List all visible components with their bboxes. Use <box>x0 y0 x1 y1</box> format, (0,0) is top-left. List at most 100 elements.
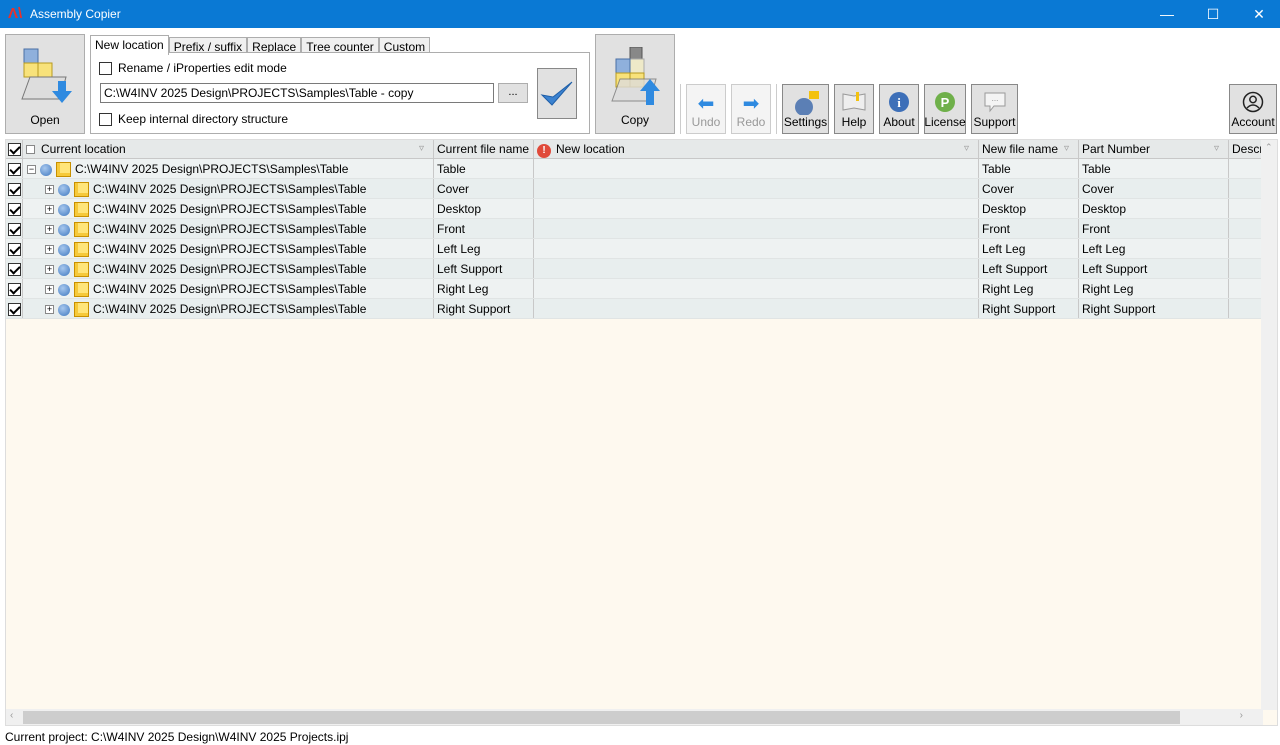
cell-part-number[interactable]: Front <box>1079 219 1229 238</box>
cell-part-number[interactable]: Right Leg <box>1079 279 1229 298</box>
browse-button[interactable]: ... <box>498 83 528 103</box>
cell-current-file-name[interactable]: Front <box>434 219 534 238</box>
table-row[interactable]: + C:\W4INV 2025 Design\PROJECTS\Samples\T… <box>6 199 1269 219</box>
support-button[interactable]: ... Support <box>971 84 1018 134</box>
cell-current-location[interactable]: + C:\W4INV 2025 Design\PROJECTS\Samples\T… <box>23 179 434 198</box>
tab-new-location[interactable]: New location <box>90 35 169 55</box>
cell-new-file-name[interactable]: Cover <box>979 179 1079 198</box>
cell-new-location[interactable] <box>534 179 979 198</box>
keep-structure-checkbox[interactable] <box>99 112 112 126</box>
cell-current-file-name[interactable]: Right Support <box>434 299 534 318</box>
apply-button[interactable] <box>537 68 577 119</box>
table-row[interactable]: + C:\W4INV 2025 Design\PROJECTS\Samples\T… <box>6 239 1269 259</box>
expand-toggle-icon[interactable]: + <box>45 225 54 235</box>
row-checkbox[interactable] <box>8 263 21 277</box>
maximize-button[interactable]: ☐ <box>1190 0 1236 28</box>
cell-part-number[interactable]: Desktop <box>1079 199 1229 218</box>
cell-new-file-name[interactable]: Right Support <box>979 299 1079 318</box>
select-all-checkbox[interactable] <box>8 143 21 157</box>
account-button[interactable]: Account <box>1229 84 1277 134</box>
row-checkbox[interactable] <box>8 203 21 217</box>
row-checkbox[interactable] <box>8 243 21 257</box>
row-checkbox-cell[interactable] <box>6 299 23 318</box>
expand-toggle-icon[interactable]: + <box>45 245 54 255</box>
expand-toggle-icon[interactable]: + <box>45 205 54 215</box>
expand-toggle-icon[interactable]: + <box>45 305 54 315</box>
expand-toggle-icon[interactable]: + <box>45 285 54 295</box>
rename-mode-option[interactable]: Rename / iProperties edit mode <box>99 61 287 75</box>
cell-new-location[interactable] <box>534 219 979 238</box>
cell-new-file-name[interactable]: Right Leg <box>979 279 1079 298</box>
filter-icon[interactable]: ▿ <box>964 143 974 155</box>
cell-current-location[interactable]: + C:\W4INV 2025 Design\PROJECTS\Samples\T… <box>23 199 434 218</box>
cell-new-file-name[interactable]: Desktop <box>979 199 1079 218</box>
filter-icon[interactable]: ▿ <box>1214 143 1224 155</box>
cell-new-location[interactable] <box>534 199 979 218</box>
header-current-location[interactable]: Current location ▿ <box>23 140 434 158</box>
row-checkbox[interactable] <box>8 283 21 297</box>
cell-part-number[interactable]: Left Leg <box>1079 239 1229 258</box>
cell-current-file-name[interactable]: Cover <box>434 179 534 198</box>
cell-part-number[interactable]: Table <box>1079 159 1229 178</box>
help-button[interactable]: Help <box>834 84 874 134</box>
cell-current-location[interactable]: + C:\W4INV 2025 Design\PROJECTS\Samples\T… <box>23 219 434 238</box>
minimize-button[interactable]: — <box>1144 0 1190 28</box>
keep-structure-option[interactable]: Keep internal directory structure <box>99 112 288 126</box>
cell-new-location[interactable] <box>534 279 979 298</box>
row-checkbox[interactable] <box>8 303 21 317</box>
cell-current-location[interactable]: − C:\W4INV 2025 Design\PROJECTS\Samples\T… <box>23 159 434 178</box>
table-row[interactable]: + C:\W4INV 2025 Design\PROJECTS\Samples\T… <box>6 219 1269 239</box>
header-new-file-name[interactable]: New file name ▿ <box>979 140 1079 158</box>
select-all-checkbox-cell[interactable] <box>6 140 23 158</box>
row-checkbox[interactable] <box>8 183 21 197</box>
cell-new-file-name[interactable]: Front <box>979 219 1079 238</box>
settings-button[interactable]: Settings <box>782 84 829 134</box>
table-row[interactable]: + C:\W4INV 2025 Design\PROJECTS\Samples\T… <box>6 299 1269 319</box>
license-button[interactable]: P License <box>924 84 966 134</box>
row-checkbox-cell[interactable] <box>6 219 23 238</box>
table-row[interactable]: + C:\W4INV 2025 Design\PROJECTS\Samples\T… <box>6 179 1269 199</box>
cell-new-file-name[interactable]: Left Leg <box>979 239 1079 258</box>
header-new-location[interactable]: ! New location ▿ <box>534 140 979 158</box>
rename-mode-checkbox[interactable] <box>99 61 112 75</box>
copy-button[interactable]: Copy <box>595 34 675 134</box>
cell-current-location[interactable]: + C:\W4INV 2025 Design\PROJECTS\Samples\T… <box>23 259 434 278</box>
row-checkbox-cell[interactable] <box>6 259 23 278</box>
filter-icon[interactable]: ▿ <box>1064 143 1074 155</box>
cell-new-file-name[interactable]: Table <box>979 159 1079 178</box>
cell-current-file-name[interactable]: Left Leg <box>434 239 534 258</box>
table-row[interactable]: + C:\W4INV 2025 Design\PROJECTS\Samples\T… <box>6 259 1269 279</box>
filter-icon[interactable]: ▿ <box>419 143 429 155</box>
row-checkbox-cell[interactable] <box>6 199 23 218</box>
cell-current-location[interactable]: + C:\W4INV 2025 Design\PROJECTS\Samples\T… <box>23 299 434 318</box>
close-button[interactable]: ✕ <box>1236 0 1280 28</box>
open-button[interactable]: Open <box>5 34 85 134</box>
cell-new-file-name[interactable]: Left Support <box>979 259 1079 278</box>
vertical-scrollbar[interactable]: ⌃ <box>1261 140 1277 710</box>
table-row[interactable]: − C:\W4INV 2025 Design\PROJECTS\Samples\T… <box>6 159 1269 179</box>
header-part-number[interactable]: Part Number ▿ <box>1079 140 1229 158</box>
table-row[interactable]: + C:\W4INV 2025 Design\PROJECTS\Samples\T… <box>6 279 1269 299</box>
cell-current-location[interactable]: + C:\W4INV 2025 Design\PROJECTS\Samples\T… <box>23 279 434 298</box>
row-checkbox-cell[interactable] <box>6 279 23 298</box>
row-checkbox[interactable] <box>8 163 21 177</box>
expand-toggle-icon[interactable]: + <box>45 265 54 275</box>
scrollbar-thumb[interactable] <box>23 711 1180 724</box>
header-current-file-name[interactable]: Current file name <box>434 140 534 158</box>
cell-current-file-name[interactable]: Right Leg <box>434 279 534 298</box>
redo-button[interactable]: ➡ Redo <box>731 84 771 134</box>
cell-part-number[interactable]: Right Support <box>1079 299 1229 318</box>
expand-toggle-icon[interactable]: + <box>45 185 54 195</box>
cell-new-location[interactable] <box>534 259 979 278</box>
cell-new-location[interactable] <box>534 299 979 318</box>
cell-part-number[interactable]: Left Support <box>1079 259 1229 278</box>
cell-current-file-name[interactable]: Desktop <box>434 199 534 218</box>
row-checkbox-cell[interactable] <box>6 179 23 198</box>
cell-current-file-name[interactable]: Left Support <box>434 259 534 278</box>
undo-button[interactable]: ⬅ Undo <box>686 84 726 134</box>
expand-all-toggle[interactable] <box>26 145 35 155</box>
about-button[interactable]: i About <box>879 84 919 134</box>
row-checkbox-cell[interactable] <box>6 239 23 258</box>
row-checkbox[interactable] <box>8 223 21 237</box>
cell-part-number[interactable]: Cover <box>1079 179 1229 198</box>
